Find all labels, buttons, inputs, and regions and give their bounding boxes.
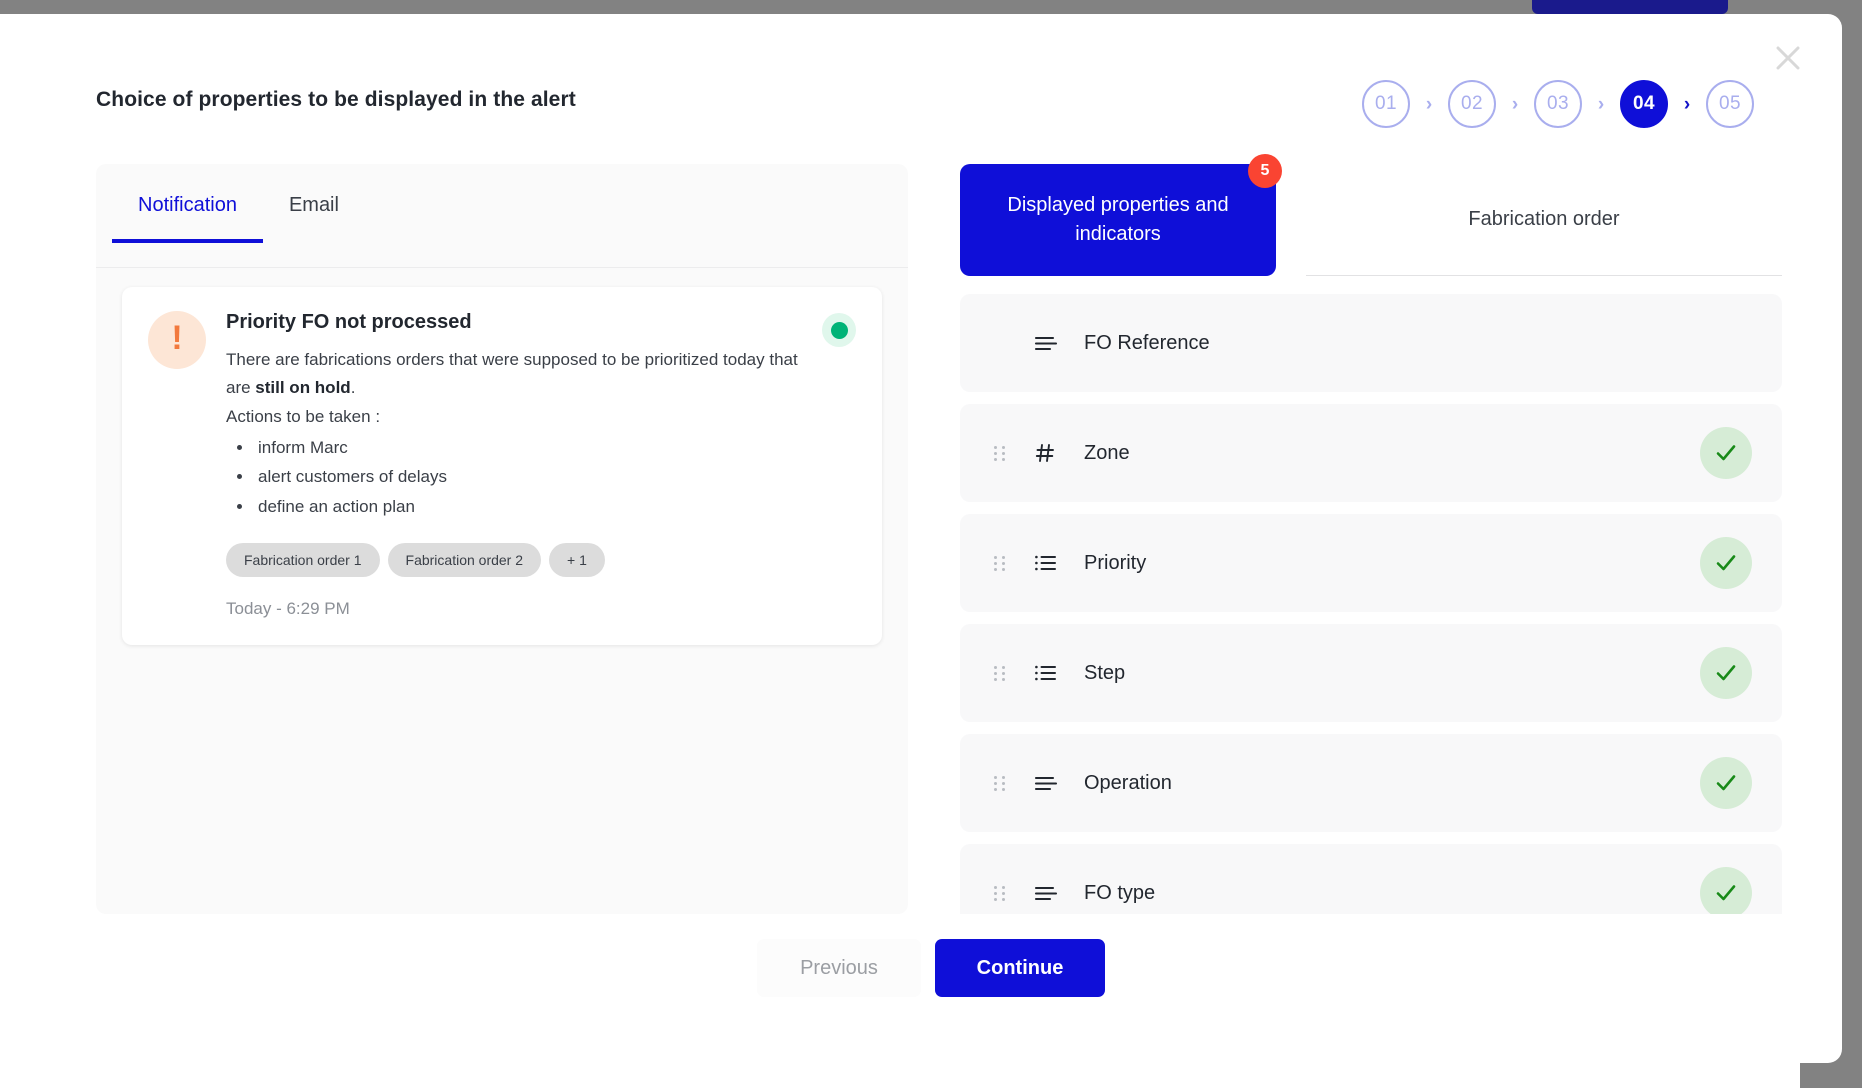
properties-count-badge: 5 [1248,154,1282,188]
list-item: define an action plan [254,492,802,521]
drag-handle-icon[interactable] [994,665,1008,681]
drag-handle-icon[interactable] [994,885,1008,901]
notification-body: Priority FO not processed There are fabr… [226,311,802,619]
tag-fabrication-order-2[interactable]: Fabrication order 2 [387,542,542,577]
step-separator-1: › [1425,93,1433,115]
list-item: inform Marc [254,433,802,462]
exclamation-icon: ! [148,311,206,369]
bullet-list-icon [1034,554,1062,572]
property-row-fo-type[interactable]: FO type [960,844,1782,914]
notification-preview-card: ! Priority FO not processed There are fa… [122,287,882,645]
properties-list[interactable]: FO Reference Zone Priority Step Operatio… [960,294,1782,914]
status-dot-green-icon [822,313,856,347]
status-dot [830,321,848,339]
step-separator-3: › [1597,93,1605,115]
notification-actions-label: Actions to be taken : [226,407,381,427]
notification-tags: Fabrication order 1 Fabrication order 2 … [226,542,802,577]
property-label: Priority [1084,551,1147,574]
property-row-priority[interactable]: Priority [960,514,1782,612]
step-04[interactable]: 04 [1620,80,1668,128]
list-item: alert customers of delays [254,462,802,491]
drag-handle-icon[interactable] [994,555,1008,571]
properties-selection-modal: Choice of properties to be displayed in … [20,14,1842,1063]
drag-handle-icon[interactable] [994,775,1008,791]
modal-footer: Previous Continue [20,939,1842,997]
text-lines-icon [1034,335,1062,352]
hash-icon [1034,442,1062,464]
property-checked-icon[interactable] [1700,867,1752,914]
stepper: 01 › 02 › 03 › 04 › 05 [1362,80,1754,128]
previous-button[interactable]: Previous [757,939,921,997]
drag-handle-icon[interactable] [994,445,1008,461]
property-checked-icon[interactable] [1700,647,1752,699]
text-lines-icon [1034,775,1062,792]
tab-email[interactable]: Email [263,164,365,243]
notification-text-suffix: . [350,377,356,397]
property-checked-icon[interactable] [1700,757,1752,809]
property-label: FO type [1084,881,1156,904]
step-separator-4: › [1683,93,1691,115]
step-01[interactable]: 01 [1362,80,1410,128]
notification-text: There are fabrications orders that were … [226,346,802,401]
close-icon[interactable] [1766,36,1810,80]
property-label: Zone [1084,441,1130,464]
page-title: Choice of properties to be displayed in … [96,88,576,111]
text-lines-icon [1034,885,1062,902]
tab-displayed-properties[interactable]: Displayed properties and indicators 5 [960,154,1282,276]
properties-panel: Displayed properties and indicators 5 Fa… [960,154,1782,914]
bullet-list-icon [1034,664,1062,682]
tag-fabrication-order-1[interactable]: Fabrication order 1 [226,542,380,577]
property-row-step[interactable]: Step [960,624,1782,722]
step-02[interactable]: 02 [1448,80,1496,128]
notification-actions-list: inform Marc alert customers of delays de… [254,433,802,521]
tab-displayed-properties-label: Displayed properties and indicators [1007,194,1229,245]
tab-fabrication-order[interactable]: Fabrication order [1306,164,1782,276]
tab-notification[interactable]: Notification [112,164,263,243]
properties-tabs: Displayed properties and indicators 5 Fa… [960,154,1782,276]
property-row-operation[interactable]: Operation [960,734,1782,832]
exclamation-glyph: ! [171,319,183,357]
property-checked-icon[interactable] [1700,537,1752,589]
property-label: FO Reference [1084,331,1210,354]
property-row-zone[interactable]: Zone [960,404,1782,502]
property-label: Step [1084,661,1126,684]
preview-tabs: Notification Email [112,164,365,243]
notification-title: Priority FO not processed [226,311,472,333]
step-separator-2: › [1511,93,1519,115]
step-03[interactable]: 03 [1534,80,1582,128]
step-05[interactable]: 05 [1706,80,1754,128]
tabs-divider [96,267,908,268]
preview-panel: Notification Email ! Priority FO not pro… [96,164,908,914]
continue-button[interactable]: Continue [935,939,1105,997]
notification-text-bold: still on hold [255,377,351,397]
tag-overflow-count[interactable]: + 1 [549,542,605,577]
notification-timestamp: Today - 6:29 PM [226,598,350,618]
background-top-button [1532,0,1728,14]
property-label: Operation [1084,771,1172,794]
property-row-fo-reference[interactable]: FO Reference [960,294,1782,392]
property-checked-icon[interactable] [1700,427,1752,479]
